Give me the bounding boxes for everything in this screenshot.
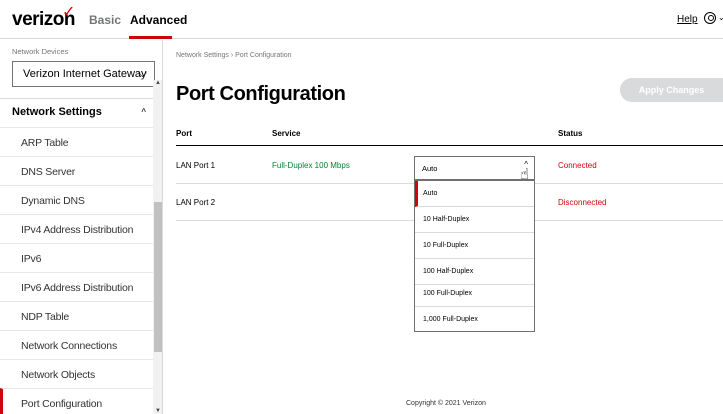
sidebar: Network Devices Verizon Internet Gateway… xyxy=(0,40,163,414)
header-port: Port xyxy=(176,129,192,138)
copyright-text: Copyright © 2021 Verizon xyxy=(406,400,486,407)
sidebar-item-arp-table[interactable]: ARP Table xyxy=(0,127,153,156)
apply-changes-button[interactable]: Apply Changes xyxy=(620,78,723,102)
dropdown-option[interactable]: 10 Half-Duplex xyxy=(415,207,534,233)
status-value: Connected xyxy=(558,161,597,170)
divider xyxy=(0,98,162,99)
verizon-logo[interactable]: verizon ✓ xyxy=(12,4,76,31)
tab-basic[interactable]: Basic xyxy=(89,13,121,27)
network-devices-label: Network Devices xyxy=(12,47,69,56)
user-icon[interactable] xyxy=(704,12,716,24)
table-header: Port Service Status xyxy=(176,120,723,146)
sidebar-item-ipv6[interactable]: IPv6 xyxy=(0,243,153,272)
chevron-down-icon: ⌵ xyxy=(137,66,147,80)
status-value: Disconnected xyxy=(558,198,607,207)
port-name: LAN Port 1 xyxy=(176,161,216,170)
sidebar-item-ipv6-address-distribution[interactable]: IPv6 Address Distribution xyxy=(0,272,153,301)
header-service: Service xyxy=(272,129,301,138)
device-select-value: Verizon Internet Gateway xyxy=(23,68,147,80)
dropdown-option[interactable]: 100 Full-Duplex xyxy=(415,281,534,307)
active-tab-indicator xyxy=(129,36,172,39)
port-name: LAN Port 2 xyxy=(176,198,216,207)
dropdown-option[interactable]: 10 Full-Duplex xyxy=(415,233,534,259)
network-settings-group-header[interactable]: Network Settings ^ xyxy=(12,106,152,127)
chevron-down-icon[interactable]: ⌄ xyxy=(718,13,723,22)
dropdown-option[interactable]: 1,000 Full-Duplex xyxy=(415,307,534,333)
top-nav: verizon ✓ Basic Advanced Help ⌄ xyxy=(0,0,723,39)
page-title: Port Configuration xyxy=(176,83,346,105)
device-select[interactable]: Verizon Internet Gateway ⌵ xyxy=(12,61,155,87)
sidebar-scrollbar[interactable]: ▲ ▼ xyxy=(153,80,162,414)
tab-advanced[interactable]: Advanced xyxy=(130,13,187,27)
sidebar-item-network-connections[interactable]: Network Connections xyxy=(0,330,153,359)
scroll-up-icon[interactable]: ▲ xyxy=(155,80,161,86)
logo-check-icon: ✓ xyxy=(62,4,75,21)
sidebar-item-port-configuration[interactable]: Port Configuration xyxy=(0,388,153,414)
sidebar-item-dynamic-dns[interactable]: Dynamic DNS xyxy=(0,185,153,214)
scroll-down-icon[interactable]: ▼ xyxy=(155,408,161,414)
chevron-up-icon: ^ xyxy=(141,107,146,116)
speed-dropdown: Auto 10 Half-Duplex 10 Full-Duplex 100 H… xyxy=(414,180,535,332)
scrollbar-thumb[interactable] xyxy=(154,202,162,352)
sidebar-item-ipv4-address-distribution[interactable]: IPv4 Address Distribution xyxy=(0,214,153,243)
sidebar-item-dns-server[interactable]: DNS Server xyxy=(0,156,153,185)
group-title: Network Settings xyxy=(12,106,102,118)
breadcrumb[interactable]: Network Settings › Port Configuration xyxy=(176,52,292,59)
sidebar-item-network-objects[interactable]: Network Objects xyxy=(0,359,153,388)
service-value: Full-Duplex 100 Mbps xyxy=(272,161,350,170)
help-link[interactable]: Help xyxy=(677,14,698,25)
speed-select-value: Auto xyxy=(422,164,438,173)
header-status: Status xyxy=(558,129,583,138)
sidebar-item-ndp-table[interactable]: NDP Table xyxy=(0,301,153,330)
speed-select[interactable]: Auto ^ xyxy=(414,156,535,180)
dropdown-option[interactable]: Auto xyxy=(415,181,534,207)
